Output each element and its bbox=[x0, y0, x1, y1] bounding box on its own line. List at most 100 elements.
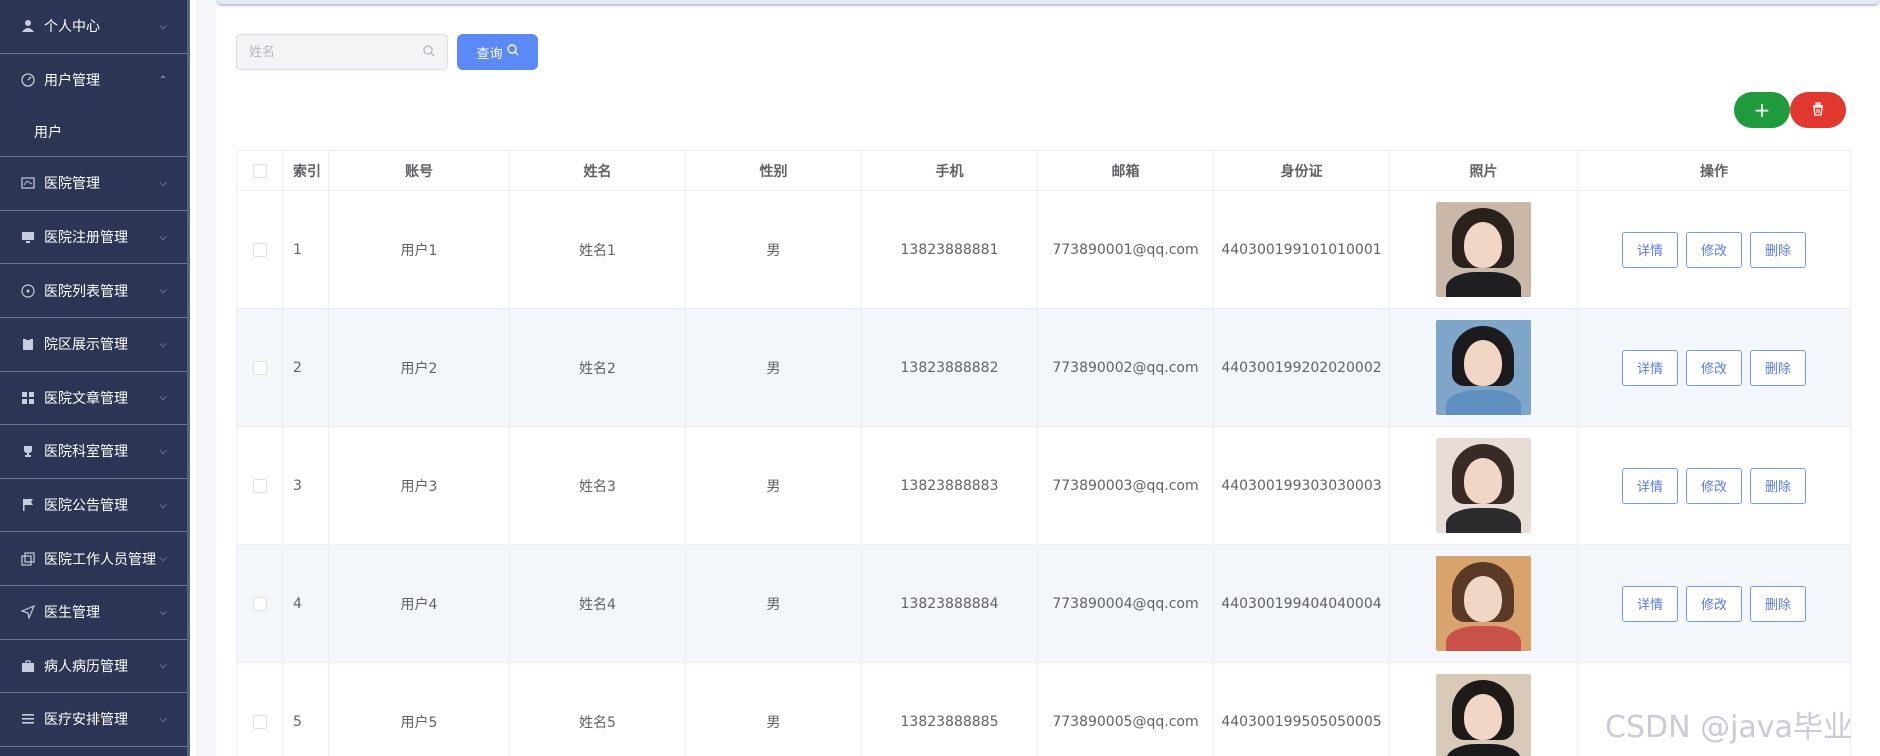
delete-button[interactable]: 删除 bbox=[1750, 231, 1806, 268]
chevron-down-icon: ⌵ bbox=[159, 20, 167, 32]
edit-button[interactable]: 修改 bbox=[1686, 467, 1742, 504]
cell-email: 773890002@qq.com bbox=[1037, 308, 1214, 427]
user-photo[interactable] bbox=[1436, 674, 1531, 756]
header-idcard: 身份证 bbox=[1213, 150, 1390, 191]
query-button[interactable]: 查询 bbox=[457, 34, 538, 70]
row-checkbox[interactable] bbox=[252, 714, 267, 729]
batch-delete-button[interactable] bbox=[1790, 92, 1846, 128]
sidebar-item-label: 医院列表管理 bbox=[44, 283, 128, 300]
sidebar-item-label: 医院科室管理 bbox=[44, 444, 128, 461]
user-photo[interactable] bbox=[1436, 438, 1531, 533]
grid-icon bbox=[20, 390, 36, 406]
detail-button[interactable]: 详情 bbox=[1622, 585, 1678, 622]
sidebar-item-label: 医院公告管理 bbox=[44, 498, 128, 515]
sidebar-item-profile[interactable]: 个人中心 ⌵ bbox=[0, 0, 187, 54]
sidebar-item-doctor[interactable]: 医生管理 ⌵ bbox=[0, 586, 187, 640]
list-icon bbox=[20, 711, 36, 727]
cell-name: 姓名5 bbox=[509, 662, 686, 756]
cell-email: 773890001@qq.com bbox=[1037, 190, 1214, 309]
row-checkbox[interactable] bbox=[252, 242, 267, 257]
detail-button[interactable]: 详情 bbox=[1622, 349, 1678, 386]
cell-operations: 详情 修改 删除 bbox=[1577, 190, 1851, 309]
table-row: 3 用户3 姓名3 男 13823888883 773890003@qq.com… bbox=[236, 426, 1851, 545]
delete-button[interactable]: 删除 bbox=[1750, 349, 1806, 386]
chevron-down-icon: ⌵ bbox=[159, 553, 167, 565]
table-row: 1 用户1 姓名1 男 13823888881 773890001@qq.com… bbox=[236, 190, 1851, 309]
select-all-checkbox[interactable] bbox=[252, 163, 267, 178]
cell-account: 用户2 bbox=[328, 308, 510, 427]
gauge-icon bbox=[20, 72, 36, 88]
cell-photo bbox=[1389, 190, 1578, 309]
cell-account: 用户1 bbox=[328, 190, 510, 309]
search-input[interactable] bbox=[249, 44, 423, 60]
sidebar-item-user-management[interactable]: 用户管理 ⌃ bbox=[0, 54, 187, 108]
cell-photo bbox=[1389, 426, 1578, 545]
sidebar-item-label: 病人病历管理 bbox=[44, 658, 128, 675]
sidebar-item-hospital[interactable]: 医院管理 ⌵ bbox=[0, 157, 187, 211]
sidebar-item-label: 医院工作人员管理 bbox=[44, 551, 156, 568]
cell-gender: 男 bbox=[685, 308, 862, 427]
user-photo[interactable] bbox=[1436, 202, 1531, 297]
cell-operations: 详情 修改 删除 bbox=[1577, 426, 1851, 545]
main-area: 查询 + 索引 账号 bbox=[196, 0, 1880, 756]
add-button[interactable]: + bbox=[1734, 92, 1790, 128]
sidebar-subitem-user[interactable]: 用户 bbox=[0, 107, 187, 158]
cell-phone: 13823888881 bbox=[861, 190, 1038, 309]
cell-phone: 13823888885 bbox=[861, 662, 1038, 756]
send-icon bbox=[20, 604, 36, 620]
sidebar-item-label: 医疗安排管理 bbox=[44, 712, 128, 729]
header-phone: 手机 bbox=[861, 150, 1038, 191]
chevron-down-icon: ⌵ bbox=[159, 713, 167, 725]
sidebar-item-hospital-notice[interactable]: 医院公告管理 ⌵ bbox=[0, 479, 187, 533]
data-table: 索引 账号 姓名 性别 手机 邮箱 身份证 照片 操作 1 用户1 姓名1 男 … bbox=[236, 150, 1851, 756]
cell-index: 4 bbox=[282, 544, 329, 663]
cell-gender: 男 bbox=[685, 662, 862, 756]
chevron-down-icon: ⌵ bbox=[159, 285, 167, 297]
sidebar-item-medical-schedule[interactable]: 医疗安排管理 ⌵ bbox=[0, 693, 187, 747]
cell-name: 姓名2 bbox=[509, 308, 686, 427]
cell-name: 姓名1 bbox=[509, 190, 686, 309]
edit-button[interactable]: 修改 bbox=[1686, 231, 1742, 268]
sidebar-item-hospital-staff[interactable]: 医院工作人员管理 ⌵ bbox=[0, 532, 187, 586]
monitor-icon bbox=[20, 229, 36, 245]
cell-phone: 13823888884 bbox=[861, 544, 1038, 663]
user-photo[interactable] bbox=[1436, 556, 1531, 651]
user-icon bbox=[20, 18, 36, 34]
cell-index: 3 bbox=[282, 426, 329, 545]
sidebar-item-patient-record[interactable]: 病人病历管理 ⌵ bbox=[0, 640, 187, 694]
row-checkbox[interactable] bbox=[252, 596, 267, 611]
detail-button[interactable]: 详情 bbox=[1622, 231, 1678, 268]
cell-index: 2 bbox=[282, 308, 329, 427]
search-box bbox=[236, 34, 448, 70]
row-checkbox[interactable] bbox=[252, 478, 267, 493]
chevron-down-icon: ⌵ bbox=[159, 445, 167, 457]
edit-button[interactable]: 修改 bbox=[1686, 585, 1742, 622]
delete-button[interactable]: 删除 bbox=[1750, 467, 1806, 504]
sidebar-item-label: 医院管理 bbox=[44, 176, 100, 193]
briefcase-icon bbox=[20, 658, 36, 674]
chevron-down-icon: ⌵ bbox=[159, 660, 167, 672]
sidebar-item-hospital-article[interactable]: 医院文章管理 ⌵ bbox=[0, 372, 187, 426]
sidebar-item-label: 医生管理 bbox=[44, 605, 100, 622]
sidebar-item-hospital-register[interactable]: 医院注册管理 ⌵ bbox=[0, 211, 187, 265]
detail-button[interactable]: 详情 bbox=[1622, 467, 1678, 504]
row-checkbox[interactable] bbox=[252, 360, 267, 375]
sidebar-item-hospital-list[interactable]: 医院列表管理 ⌵ bbox=[0, 264, 187, 318]
cell-idcard: 440300199101010001 bbox=[1213, 190, 1390, 309]
watermark: CSDN @java毕业 bbox=[1605, 710, 1853, 745]
edit-button[interactable]: 修改 bbox=[1686, 349, 1742, 386]
cell-index: 5 bbox=[282, 662, 329, 756]
sidebar-item-campus-display[interactable]: 院区展示管理 ⌵ bbox=[0, 318, 187, 372]
chart-icon bbox=[20, 175, 36, 191]
top-strip bbox=[216, 0, 1880, 6]
cell-index: 1 bbox=[282, 190, 329, 309]
search-icon[interactable] bbox=[423, 44, 435, 60]
cell-account: 用户4 bbox=[328, 544, 510, 663]
content-panel: 查询 + 索引 账号 bbox=[216, 8, 1880, 756]
cell-idcard: 440300199202020002 bbox=[1213, 308, 1390, 427]
user-photo[interactable] bbox=[1436, 320, 1531, 415]
header-photo: 照片 bbox=[1389, 150, 1578, 191]
sidebar-item-hospital-department[interactable]: 医院科室管理 ⌵ bbox=[0, 425, 187, 479]
header-gender: 性别 bbox=[685, 150, 862, 191]
delete-button[interactable]: 删除 bbox=[1750, 585, 1806, 622]
